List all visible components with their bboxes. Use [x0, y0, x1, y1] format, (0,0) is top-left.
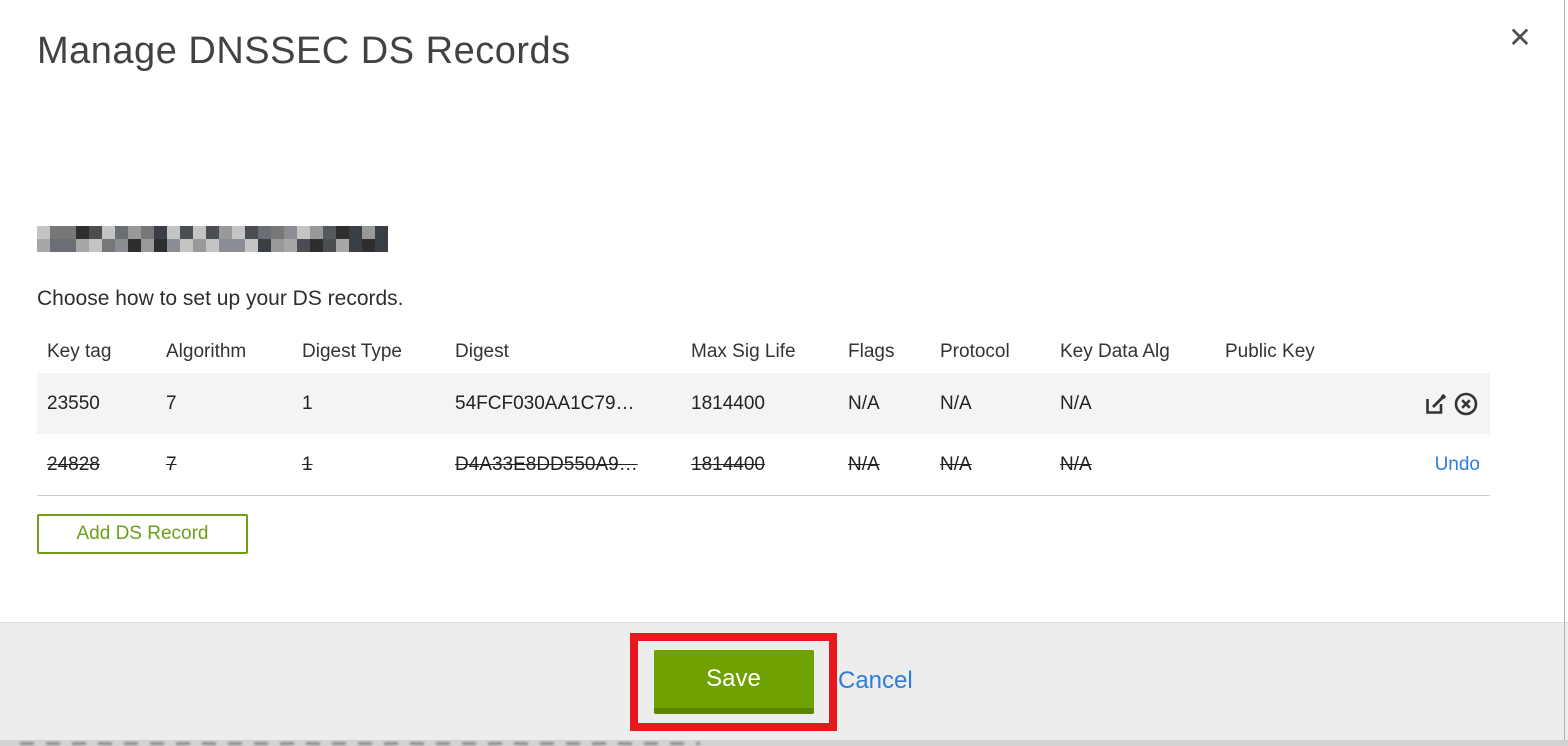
cell-key-data-alg: N/A: [1060, 453, 1092, 475]
edit-record-icon[interactable]: [1422, 390, 1450, 418]
cell-key-tag: 23550: [47, 392, 100, 414]
table-row: 23550 7 1 54FCF030AA1C79… 1814400 N/A N/…: [37, 373, 1490, 434]
table-row-deleted: 24828 7 1 D4A33E8DD550A9… 1814400 N/A N/…: [37, 434, 1490, 496]
cell-digest-type: 1: [302, 392, 313, 414]
ds-records-table: Key tag Algorithm Digest Type Digest Max…: [37, 331, 1490, 496]
annotation-red-box: Save: [630, 633, 837, 731]
header-flags: Flags: [848, 341, 895, 362]
cell-algorithm: 7: [166, 392, 177, 414]
header-public-key: Public Key: [1225, 341, 1315, 362]
cell-max-sig-life: 1814400: [691, 453, 765, 475]
delete-record-icon[interactable]: [1452, 390, 1480, 418]
header-digest: Digest: [455, 341, 509, 362]
cell-flags: N/A: [848, 453, 880, 475]
cell-digest: 54FCF030AA1C79…: [455, 392, 635, 414]
instruction-text: Choose how to set up your DS records.: [37, 287, 404, 310]
cell-digest-type: 1: [302, 453, 313, 475]
close-icon[interactable]: ✕: [1502, 20, 1538, 56]
cell-digest: D4A33E8DD550A9…: [455, 453, 638, 475]
cell-key-data-alg: N/A: [1060, 392, 1092, 414]
cancel-link[interactable]: Cancel: [838, 667, 913, 695]
dnssec-modal: Manage DNSSEC DS Records ✕ Choose how to…: [0, 0, 1568, 746]
page-title: Manage DNSSEC DS Records: [37, 30, 571, 72]
cell-protocol: N/A: [940, 453, 972, 475]
modal-footer: Save Cancel: [0, 622, 1568, 740]
add-ds-record-button[interactable]: Add DS Record: [37, 514, 248, 554]
undo-link[interactable]: Undo: [1435, 454, 1480, 476]
table-header-row: Key tag Algorithm Digest Type Digest Max…: [37, 331, 1490, 373]
cell-flags: N/A: [848, 392, 880, 414]
page-edge-divider: [1564, 0, 1565, 740]
cell-algorithm: 7: [166, 453, 177, 475]
cell-protocol: N/A: [940, 392, 972, 414]
header-protocol: Protocol: [940, 341, 1010, 362]
header-key-data-alg: Key Data Alg: [1060, 341, 1170, 362]
background-content-strip: [0, 740, 1568, 746]
save-button[interactable]: Save: [653, 650, 814, 714]
cell-key-tag: 24828: [47, 453, 100, 475]
header-key-tag: Key tag: [47, 341, 112, 362]
header-max-sig-life: Max Sig Life: [691, 341, 796, 362]
header-digest-type: Digest Type: [302, 341, 402, 362]
cell-max-sig-life: 1814400: [691, 392, 765, 414]
redacted-domain-name: [37, 226, 388, 254]
header-algorithm: Algorithm: [166, 341, 247, 362]
